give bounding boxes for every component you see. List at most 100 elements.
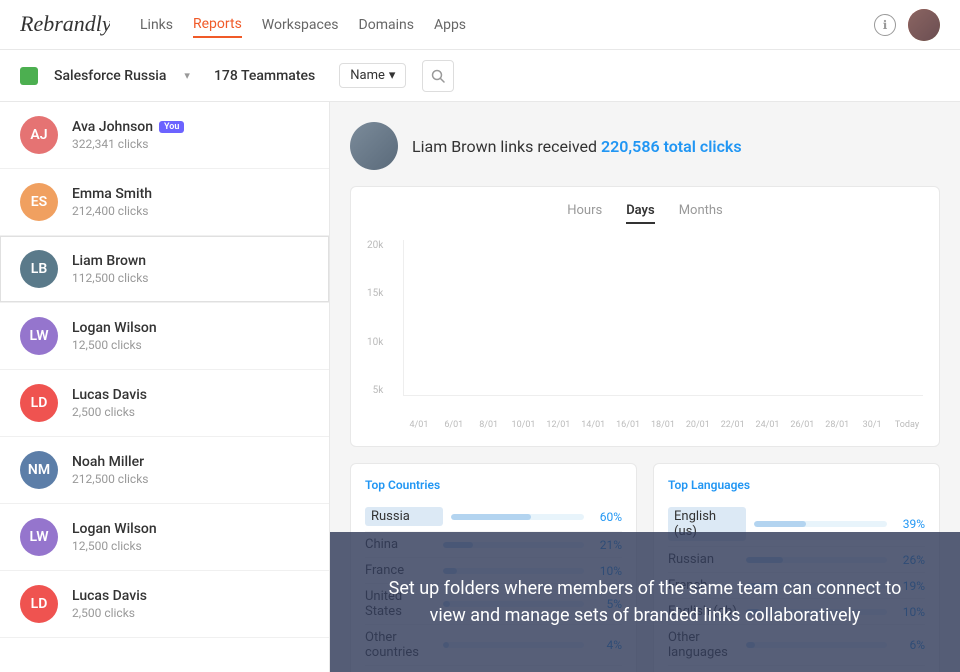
user-name-logan-wilson2: Logan Wilson (72, 521, 309, 537)
user-clicks-emma-smith: 212,400 clicks (72, 204, 309, 218)
search-button[interactable] (422, 60, 454, 92)
user-avatar-emma-smith: ES (20, 183, 58, 221)
overlay-text: Set up folders where members of the same… (370, 575, 920, 629)
you-badge: You (159, 121, 184, 133)
workspace-name: Salesforce Russia (54, 68, 166, 84)
tab-days[interactable]: Days (626, 203, 655, 224)
bar-chart: 20k 15k 10k 5k (367, 240, 923, 420)
user-name-lucas-davis: Lucas Davis (72, 387, 309, 403)
info-icon[interactable]: ℹ (874, 14, 896, 36)
user-clicks-liam-brown: 112,500 clicks (72, 271, 309, 285)
nav-domains[interactable]: Domains (359, 13, 414, 37)
user-info-noah-miller: Noah Miller 212,500 clicks (72, 454, 309, 486)
avatar-image (908, 9, 940, 41)
nav-links[interactable]: Links (140, 13, 173, 37)
subheader: Salesforce Russia ▾ 178 Teammates Name ▾ (0, 50, 960, 102)
navbar: Rebrandly Links Reports Workspaces Domai… (0, 0, 960, 50)
y-axis: 20k 15k 10k 5k (367, 240, 389, 396)
user-item-lucas-davis2[interactable]: LDLucas Davis2,500 clicks (0, 571, 329, 638)
chart-tabs: Hours Days Months (367, 203, 923, 224)
user-info-logan-wilson: Logan Wilson 12,500 clicks (72, 320, 309, 352)
x-label-9: 22/01 (717, 420, 749, 430)
workspace-badge (20, 67, 38, 85)
user-item-logan-wilson[interactable]: LW Logan Wilson 12,500 clicks (0, 303, 329, 370)
x-label-8: 20/01 (682, 420, 714, 430)
x-label-2: 8/01 (473, 420, 505, 430)
x-label-14: Today (891, 420, 923, 430)
stat-row-0: Russia 60% (365, 502, 622, 532)
user-info-lucas-davis: Lucas Davis 2,500 clicks (72, 387, 309, 419)
user-name-noah-miller: Noah Miller (72, 454, 309, 470)
user-clicks-logan-wilson2: 12,500 clicks (72, 539, 309, 553)
main-layout: AJAva JohnsonYou322,341 clicksESEmma Smi… (0, 102, 960, 672)
overlay: Set up folders where members of the same… (330, 532, 960, 672)
nav-workspaces[interactable]: Workspaces (262, 13, 339, 37)
user-avatar-ava-johnson: AJ (20, 116, 58, 154)
user-item-lucas-davis[interactable]: LD Lucas Davis 2,500 clicks (0, 370, 329, 437)
sidebar: AJAva JohnsonYou322,341 clicksESEmma Smi… (0, 102, 330, 672)
teammates-count: 178 Teammates (214, 68, 315, 84)
user-item-noah-miller[interactable]: NM Noah Miller 212,500 clicks (0, 437, 329, 504)
nav-links: Links Reports Workspaces Domains Apps (140, 12, 874, 38)
user-avatar-noah-miller: NM (20, 451, 58, 489)
stat-bar-fill-0 (754, 521, 806, 527)
x-label-1: 6/01 (438, 420, 470, 430)
user-item-liam-brown[interactable]: LB Liam Brown 112,500 clicks (0, 236, 329, 303)
stat-bar-bg-0 (754, 521, 887, 527)
user-item-emma-smith[interactable]: ES Emma Smith212,400 clicks (0, 169, 329, 236)
user-info-emma-smith: Emma Smith212,400 clicks (72, 186, 309, 218)
user-name-liam-brown: Liam Brown (72, 253, 309, 269)
sort-dropdown[interactable]: Name ▾ (339, 63, 406, 88)
tab-hours[interactable]: Hours (567, 203, 602, 224)
user-avatar-logan-wilson: LW (20, 317, 58, 355)
profile-header: Liam Brown links received 220,586 total … (350, 122, 940, 170)
nav-reports[interactable]: Reports (193, 12, 242, 38)
sort-label: Name (350, 68, 385, 83)
user-item-logan-wilson2[interactable]: LWLogan Wilson12,500 clicks (0, 504, 329, 571)
user-info-liam-brown: Liam Brown 112,500 clicks (72, 253, 309, 285)
x-label-4: 12/01 (542, 420, 574, 430)
user-clicks-logan-wilson: 12,500 clicks (72, 338, 309, 352)
user-info-lucas-davis2: Lucas Davis 2,500 clicks (72, 588, 309, 620)
user-clicks-lucas-davis: 2,500 clicks (72, 405, 309, 419)
user-name-logan-wilson: Logan Wilson (72, 320, 309, 336)
y-label-10k: 10k (367, 337, 383, 348)
user-avatar-liam-brown: LB (20, 250, 58, 288)
user-clicks-ava-johnson: 322,341 clicks (72, 137, 309, 151)
profile-avatar (350, 122, 398, 170)
user-item-ava-johnson[interactable]: AJAva JohnsonYou322,341 clicks (0, 102, 329, 169)
profile-name: Liam Brown (412, 137, 496, 156)
workspace-chevron[interactable]: ▾ (184, 69, 190, 82)
user-info-ava-johnson: Ava JohnsonYou322,341 clicks (72, 119, 309, 151)
sort-chevron: ▾ (389, 68, 396, 83)
x-label-12: 28/01 (821, 420, 853, 430)
profile-total-clicks: 220,586 total clicks (601, 137, 742, 156)
profile-middle: links received (500, 137, 597, 156)
logo[interactable]: Rebrandly (20, 9, 110, 41)
profile-title: Liam Brown links received 220,586 total … (412, 137, 742, 156)
x-label-10: 24/01 (752, 420, 784, 430)
x-label-13: 30/1 (856, 420, 888, 430)
user-info-logan-wilson2: Logan Wilson 12,500 clicks (72, 521, 309, 553)
user-avatar-lucas-davis: LD (20, 384, 58, 422)
x-labels: 4/016/018/0110/0112/0114/0116/0118/0120/… (367, 420, 923, 430)
nav-right: ℹ (874, 9, 940, 41)
stat-name-0: Russia (365, 507, 443, 526)
avatar[interactable] (908, 9, 940, 41)
y-label-20k: 20k (367, 240, 383, 251)
stat-bar-bg-0 (451, 514, 584, 520)
stat-bar-fill-0 (451, 514, 531, 520)
y-label-15k: 15k (367, 288, 383, 299)
user-clicks-noah-miller: 212,500 clicks (72, 472, 309, 486)
user-name-lucas-davis2: Lucas Davis (72, 588, 309, 604)
tab-months[interactable]: Months (679, 203, 723, 224)
top-countries-title: Top Countries (365, 478, 622, 492)
stat-pct-0: 39% (895, 517, 925, 531)
x-label-11: 26/01 (786, 420, 818, 430)
stat-pct-0: 60% (592, 510, 622, 524)
nav-apps[interactable]: Apps (434, 13, 466, 37)
x-label-5: 14/01 (577, 420, 609, 430)
user-clicks-lucas-davis2: 2,500 clicks (72, 606, 309, 620)
x-label-7: 18/01 (647, 420, 679, 430)
chart-card: Hours Days Months 20k 15k 10k 5k 4/016/0… (350, 186, 940, 447)
